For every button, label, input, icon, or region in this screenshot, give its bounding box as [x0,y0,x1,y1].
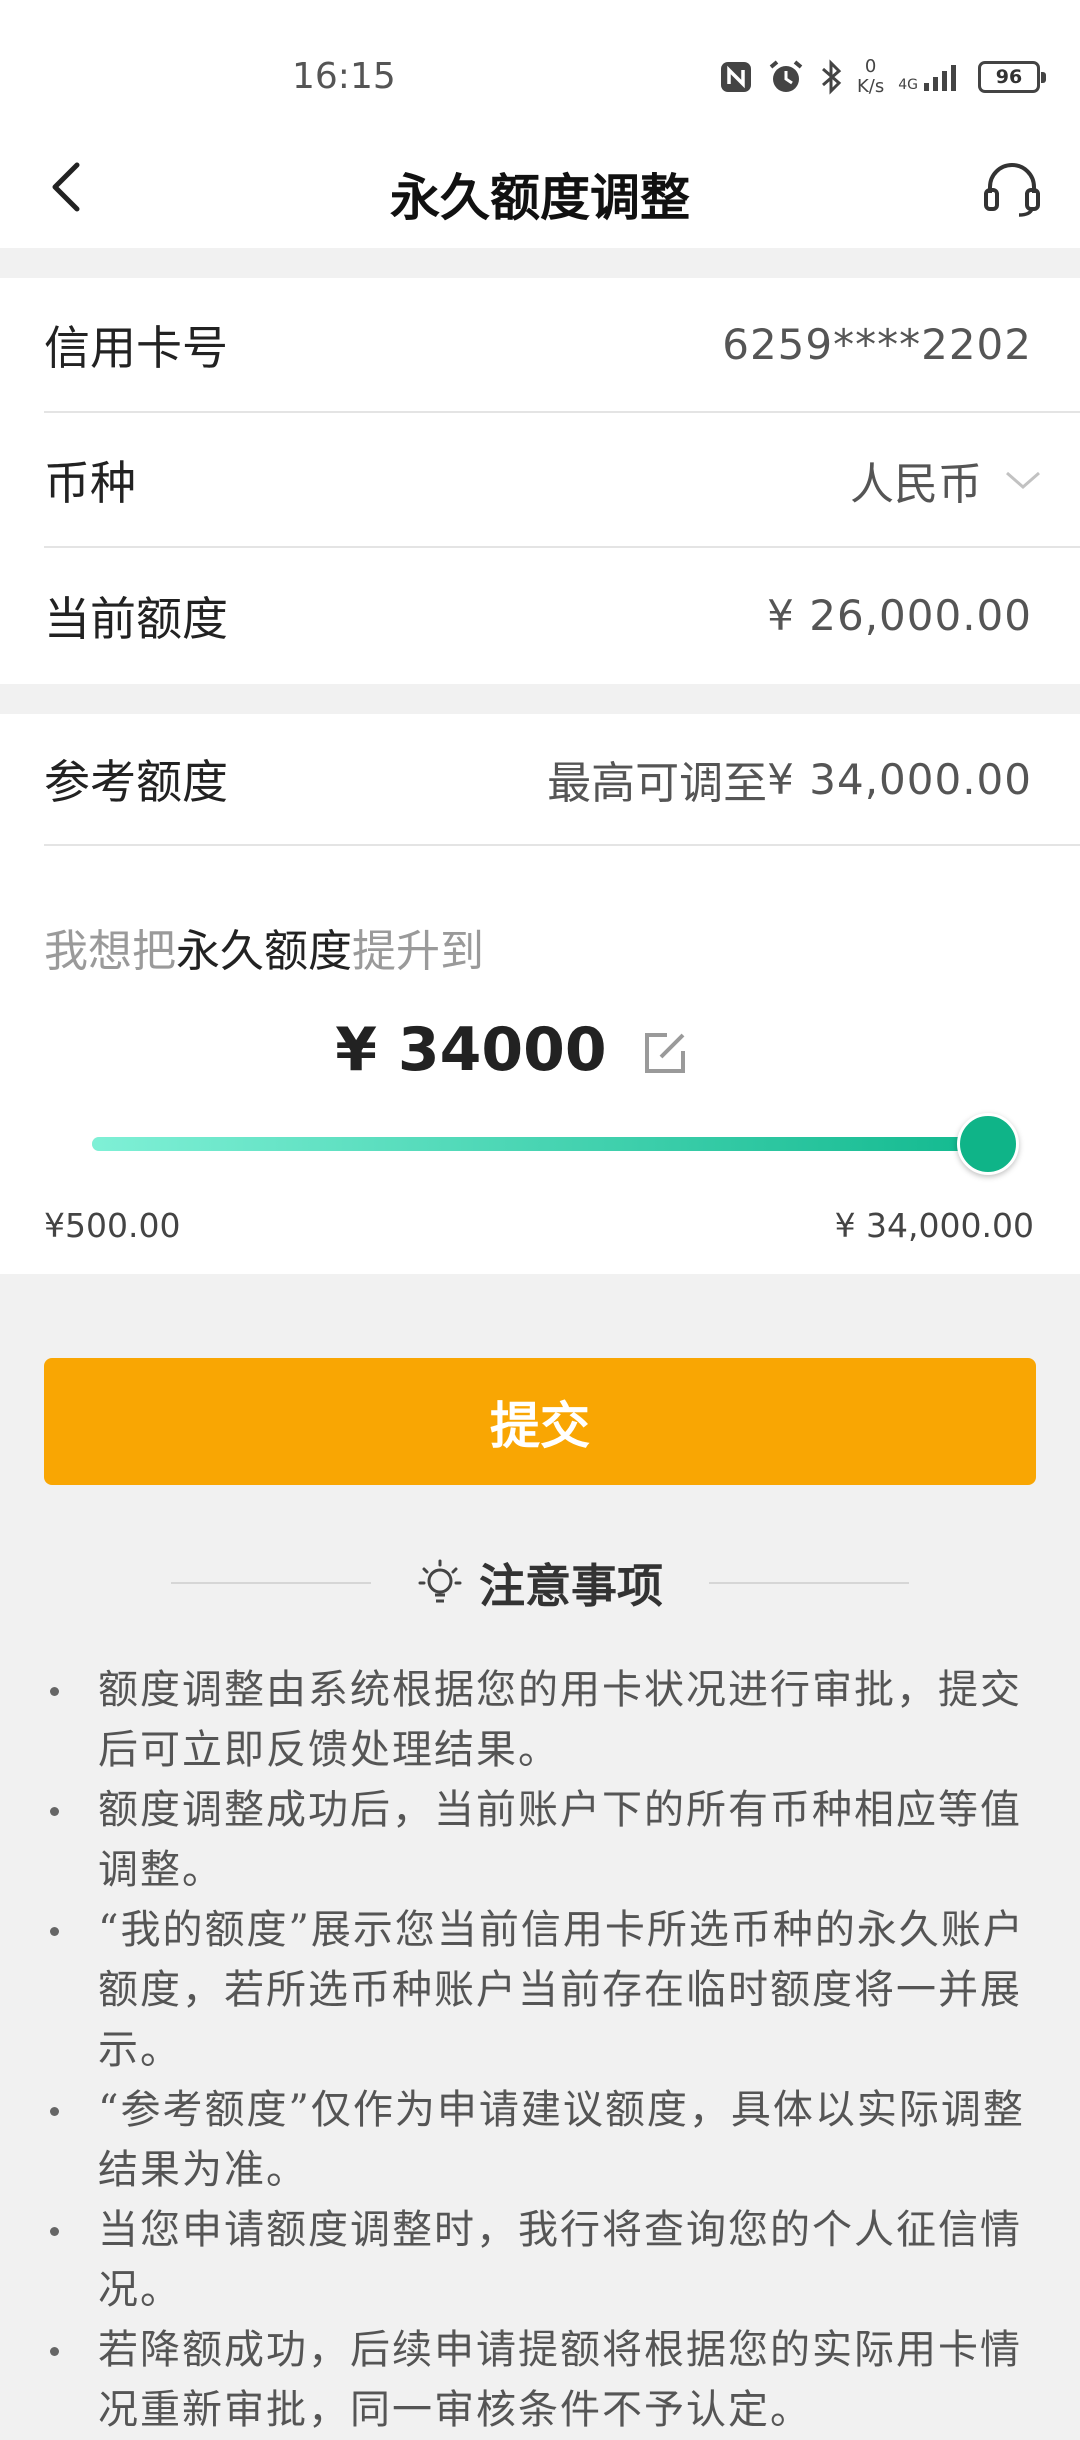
current-limit-row: 当前额度 ¥ 26,000.00 [44,548,1080,683]
currency-select[interactable]: 币种 人民币 [44,413,1080,548]
limit-slider[interactable] [92,1113,1019,1175]
card-number-label: 信用卡号 [44,320,228,375]
current-limit-label: 当前额度 [44,591,228,646]
headset-icon [984,163,1040,217]
divider [171,1582,371,1584]
reference-limit-label: 参考额度 [44,755,228,809]
current-limit-value: ¥ 26,000.00 [767,591,1032,640]
reference-limit-prefix: 最高可调至 [547,758,768,809]
network-speed: 0 K/s [856,56,885,97]
slider-max-label: ¥ 34,000.00 [834,1206,1034,1245]
card-info-section: 信用卡号 6259****2202 币种 人民币 当前额度 ¥ 26,000.0… [0,278,1080,684]
slider-fill [92,1137,988,1151]
notice-header: 注意事项 [0,1548,1080,1618]
edit-icon[interactable] [641,1029,689,1077]
currency-label: 币种 [44,455,136,510]
notice-item: 当您申请额度调整时，我行将查询您的个人征信情况。 [44,2200,1034,2320]
adjust-section: 参考额度 最高可调至 ¥ 34,000.00 [0,714,1080,1274]
card-number-value: 6259****2202 [722,320,1032,369]
signal-icon: 4G [898,61,964,93]
notice-item: 若降额成功，后续申请提额将根据您的实际用卡情况重新审批，同一审核条件不予认定。 [44,2320,1034,2440]
status-bar: 16:15 0 K/s 4G 96 [0,0,1080,130]
lightbulb-icon [418,1559,462,1603]
submit-button[interactable]: 提交 [44,1358,1036,1485]
chevron-down-icon [1006,471,1040,489]
bluetooth-icon [819,59,843,95]
currency-value: 人民币 [850,458,982,510]
adjust-prompt: 我想把永久额度提升到 [44,926,484,977]
slider-thumb[interactable] [957,1113,1019,1175]
status-time: 16:15 [292,56,396,97]
notice-title: 注意事项 [479,1559,663,1613]
target-amount: ¥ 34000 [335,1015,607,1085]
card-number-row: 信用卡号 6259****2202 [44,278,1080,413]
nfc-icon [719,60,753,94]
notice-list: 额度调整由系统根据您的用卡状况进行审批，提交后可立即反馈处理结果。 额度调整成功… [44,1660,1034,2440]
notice-item: “我的额度”展示您当前信用卡所选币种的永久账户额度，若所选币种账户当前存在临时额… [44,1900,1034,2080]
customer-service-button[interactable] [974,150,1050,226]
battery-icon: 96 [978,61,1046,93]
reference-limit-amount: ¥ 34,000.00 [767,754,1032,804]
reference-limit-row: 参考额度 最高可调至 ¥ 34,000.00 [44,714,1080,846]
status-icons: 0 K/s 4G 96 [719,52,1046,102]
notice-item: 额度调整成功后，当前账户下的所有币种相应等值调整。 [44,1780,1034,1900]
nav-bar: 永久额度调整 [0,130,1080,248]
notice-item: 额度调整由系统根据您的用卡状况进行审批，提交后可立即反馈处理结果。 [44,1660,1034,1780]
amount-row: ¥ 34000 [0,1010,1080,1090]
slider-min-label: ¥500.00 [44,1206,181,1245]
page-title: 永久额度调整 [390,168,690,227]
divider [709,1582,909,1584]
alarm-icon [767,59,805,95]
notice-item: “参考额度”仅作为申请建议额度，具体以实际调整结果为准。 [44,2080,1034,2200]
